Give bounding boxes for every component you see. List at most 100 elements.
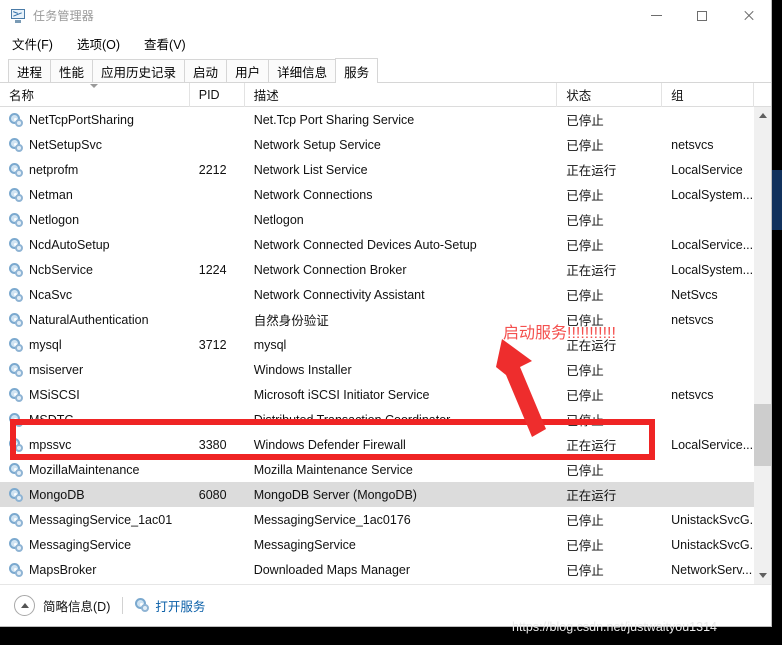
screenshot-root: 任务管理器 文件(F) 选项(O) 查看(V) 进程 性能 应用历史记录 启动 … xyxy=(0,0,782,645)
tab-processes[interactable]: 进程 xyxy=(8,59,52,82)
service-status-cell: 正在运行 xyxy=(566,439,617,453)
open-services-link[interactable]: 打开服务 xyxy=(155,596,205,615)
scroll-up-arrow[interactable] xyxy=(754,107,771,124)
service-name-label: NetTcpPortSharing xyxy=(29,112,134,127)
tab-services[interactable]: 服务 xyxy=(335,58,379,83)
collapse-toggle-button[interactable] xyxy=(14,595,35,616)
task-manager-window: 任务管理器 文件(F) 选项(O) 查看(V) 进程 性能 应用历史记录 启动 … xyxy=(0,0,772,627)
service-pid-cell xyxy=(190,207,245,232)
service-name-cell: NetSetupSvc xyxy=(0,132,190,157)
service-status-cell: 正在运行 xyxy=(566,164,617,178)
table-row[interactable]: mysql 3712 mysql 正在运行 xyxy=(0,332,754,357)
service-group-cell: LocalSystem... xyxy=(671,187,754,202)
table-row[interactable]: NaturalAuthentication 自然身份验证 已停止 netsvcs xyxy=(0,307,754,332)
service-name-label: NcaSvc xyxy=(29,287,73,302)
menu-item-file[interactable]: 文件(F) xyxy=(10,32,55,55)
column-header-name[interactable]: 名称 xyxy=(0,82,190,107)
service-gear-icon xyxy=(9,162,23,177)
tab-details[interactable]: 详细信息 xyxy=(268,59,337,82)
service-gear-icon xyxy=(9,537,23,552)
scrollbar-thumb[interactable] xyxy=(754,404,771,466)
tab-users[interactable]: 用户 xyxy=(226,59,270,82)
service-group-cell xyxy=(662,482,754,507)
minimize-icon xyxy=(650,15,662,16)
fewer-details-label[interactable]: 简略信息(D) xyxy=(43,596,110,615)
title-bar[interactable]: 任务管理器 xyxy=(0,0,771,31)
table-row[interactable]: MozillaMaintenance Mozilla Maintenance Se… xyxy=(0,457,754,482)
column-header-group-label: 组 xyxy=(671,89,684,103)
table-row[interactable]: Netman Network Connections 已停止 LocalSystem.… xyxy=(0,182,754,207)
service-pid-cell xyxy=(190,507,245,532)
service-description-cell: MongoDB Server (MongoDB) xyxy=(253,487,417,502)
table-row[interactable]: NetSetupSvc Network Setup Service 已停止 netsv… xyxy=(0,132,754,157)
maximize-button[interactable] xyxy=(679,0,725,31)
scroll-down-arrow[interactable] xyxy=(754,567,771,584)
service-group-cell: NetSvcs xyxy=(671,287,718,302)
table-row[interactable]: NetTcpPortSharing Net.Tcp Port Sharing Se… xyxy=(0,107,754,132)
service-group-cell xyxy=(662,457,754,482)
column-header-group[interactable]: 组 xyxy=(662,82,755,107)
table-row[interactable]: Netlogon Netlogon 已停止 xyxy=(0,207,754,232)
service-name-label: MozillaMaintenance xyxy=(29,462,140,477)
table-row[interactable]: MapsBroker Downloaded Maps Manager 已停止 Netw… xyxy=(0,557,754,582)
table-row[interactable]: MongoDB 6080 MongoDB Server (MongoDB) 正在运行 xyxy=(0,482,754,507)
table-row[interactable]: MessagingService MessagingService 已停止 Unist… xyxy=(0,532,754,557)
service-status-cell: 已停止 xyxy=(566,289,604,303)
service-gear-icon xyxy=(9,187,23,202)
service-name-cell: MSiSCSI xyxy=(0,382,190,407)
tab-performance[interactable]: 性能 xyxy=(50,59,94,82)
service-status-cell: 已停止 xyxy=(566,539,604,553)
table-row[interactable]: NcaSvc Network Connectivity Assistant 已停止 N… xyxy=(0,282,754,307)
service-name-cell: Netman xyxy=(0,182,190,207)
table-row[interactable]: NcbService 1224 Network Connection Broker 正… xyxy=(0,257,754,282)
minimize-button[interactable] xyxy=(633,0,679,31)
table-row[interactable]: MessagingService_1ac01 MessagingService_1… xyxy=(0,507,754,532)
service-name-label: mpssvc xyxy=(29,437,72,452)
start-service-callout-text: 启动服务!!!!!!!!!!! xyxy=(503,325,616,342)
service-pid-cell xyxy=(190,282,245,307)
service-gear-icon xyxy=(9,437,23,452)
close-button[interactable] xyxy=(725,0,771,31)
table-row[interactable]: MSDTC Distributed Transaction Coordinator… xyxy=(0,407,754,432)
services-table-body[interactable]: NetTcpPortSharing Net.Tcp Port Sharing Se… xyxy=(0,107,754,584)
service-status-cell: 已停止 xyxy=(566,364,604,378)
tab-startup[interactable]: 启动 xyxy=(184,59,228,82)
table-row[interactable]: NcdAutoSetup Network Connected Devices Au… xyxy=(0,232,754,257)
service-gear-icon xyxy=(9,237,23,252)
services-gear-icon xyxy=(135,598,150,613)
task-manager-icon xyxy=(10,8,26,24)
table-row[interactable]: msiserver Windows Installer 已停止 xyxy=(0,357,754,382)
services-table: NetTcpPortSharing Net.Tcp Port Sharing Se… xyxy=(0,107,771,584)
service-pid-cell: 6080 xyxy=(198,487,227,502)
scrollbar-track[interactable] xyxy=(754,124,771,567)
table-row[interactable]: LxpSvc 语言体验服务已停止netsvcs xyxy=(0,582,754,584)
column-header-status[interactable]: 状态 xyxy=(557,82,663,107)
column-header-pid[interactable]: PID xyxy=(190,82,245,107)
service-name-label: MessagingService_1ac01 xyxy=(29,512,173,527)
service-status-cell: 已停止 xyxy=(566,114,604,128)
service-pid-cell xyxy=(190,182,245,207)
menu-item-view[interactable]: 查看(V) xyxy=(142,32,188,55)
service-description-cell: Network List Service xyxy=(253,162,368,177)
service-status-cell: 已停止 xyxy=(566,464,604,478)
service-description-cell: Network Connected Devices Auto-Setup xyxy=(253,237,477,252)
service-description-cell: Windows Installer xyxy=(253,362,352,377)
service-pid-cell: 3712 xyxy=(198,337,227,352)
table-row[interactable]: mpssvc 3380 Windows Defender Firewall 正在运行 L… xyxy=(0,432,754,457)
tab-app-history[interactable]: 应用历史记录 xyxy=(92,59,186,82)
service-pid-cell: 2212 xyxy=(198,162,227,177)
menu-bar: 文件(F) 选项(O) 查看(V) xyxy=(0,31,771,56)
table-row[interactable]: netprofm 2212 Network List Service 正在运行 Loca… xyxy=(0,157,754,182)
service-status-cell: 已停止 xyxy=(566,139,604,153)
sort-ascending-icon xyxy=(90,83,99,88)
service-gear-icon xyxy=(9,512,23,527)
table-row[interactable]: MSiSCSI Microsoft iSCSI Initiator Service… xyxy=(0,382,754,407)
column-header-description[interactable]: 描述 xyxy=(245,82,558,107)
service-description-cell: Microsoft iSCSI Initiator Service xyxy=(253,387,430,402)
menu-item-options[interactable]: 选项(O) xyxy=(75,32,122,55)
service-status-cell: 正在运行 xyxy=(566,264,617,278)
service-group-cell xyxy=(662,357,754,382)
service-description-cell: Netlogon xyxy=(253,212,304,227)
vertical-scrollbar[interactable] xyxy=(754,107,771,584)
service-group-cell xyxy=(662,207,754,232)
